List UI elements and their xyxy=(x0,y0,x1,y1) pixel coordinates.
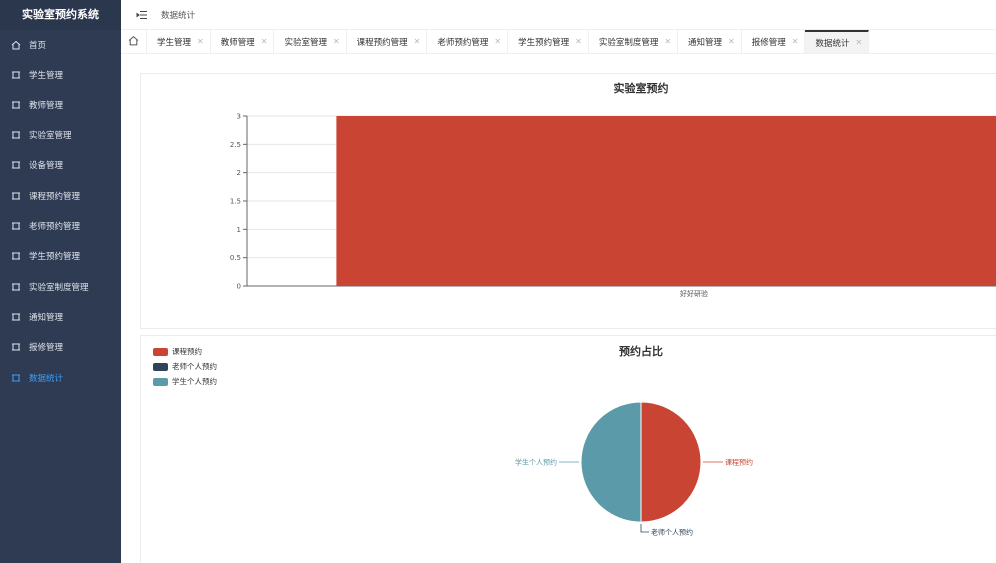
tab-statistics[interactable]: 数据统计 ✕ xyxy=(805,30,870,53)
tab-teacher-booking[interactable]: 老师预约管理 ✕ xyxy=(427,30,509,53)
pie-label: 课程预约 xyxy=(725,458,753,467)
sidebar-item-repairs[interactable]: 报修管理 xyxy=(0,335,121,359)
close-icon[interactable]: ✕ xyxy=(575,37,582,46)
sidebar: 实验室预约系统 首页 学生管理 教师管理 实验室管理 设备管理 课程预约管理 老… xyxy=(0,0,121,563)
tab-label: 实验室制度管理 xyxy=(598,37,659,48)
y-tick-label: 3 xyxy=(237,113,241,121)
tab-repairs[interactable]: 报修管理 ✕ xyxy=(742,30,806,53)
pie-slice xyxy=(580,401,642,523)
sidebar-item-statistics[interactable]: 数据统计 xyxy=(0,366,121,390)
pie-label: 老师个人预约 xyxy=(651,528,693,537)
sidebar-item-label: 老师预约管理 xyxy=(29,222,81,232)
sidebar-item-course-booking[interactable]: 课程预约管理 xyxy=(0,184,121,208)
pie-chart: 课程预约老师个人预约 学生个人预约 xyxy=(515,401,753,537)
sidebar-item-teacher-booking[interactable]: 老师预约管理 xyxy=(0,214,121,238)
close-icon[interactable]: ✕ xyxy=(664,37,671,46)
tab-students[interactable]: 学生管理 ✕ xyxy=(147,30,211,53)
sidebar-item-label: 设备管理 xyxy=(29,161,64,171)
close-icon[interactable]: ✕ xyxy=(333,37,340,46)
menu-icon xyxy=(11,282,21,292)
close-icon[interactable]: ✕ xyxy=(792,37,799,46)
tab-label: 报修管理 xyxy=(751,37,786,48)
tab-label: 通知管理 xyxy=(688,37,723,48)
bar-chart-panel: 实验室预约 0 0.5 1 1.5 2 2.5 3 好好研验 xyxy=(140,73,996,329)
sidebar-item-label: 学生预约管理 xyxy=(29,252,81,262)
pie-slice xyxy=(640,401,702,523)
sidebar-item-students[interactable]: 学生管理 xyxy=(0,63,121,87)
bar-chart: 0 0.5 1 1.5 2 2.5 3 好好研验 xyxy=(230,113,996,298)
app-title: 实验室预约系统 xyxy=(0,0,121,30)
close-icon[interactable]: ✕ xyxy=(261,37,268,46)
y-tick-label: 2 xyxy=(237,169,241,177)
pie-label: 学生个人预约 xyxy=(515,458,557,467)
menu-icon xyxy=(11,342,21,352)
tab-bar: 学生管理 ✕ 教师管理 ✕ 实验室管理 ✕ 课程预约管理 ✕ 老师预约管理 ✕ 学生预约管… xyxy=(121,30,996,54)
sidebar-item-teachers[interactable]: 教师管理 xyxy=(0,93,121,117)
tab-label: 老师预约管理 xyxy=(437,37,489,48)
tab-label: 实验室管理 xyxy=(284,37,327,48)
menu-icon xyxy=(11,312,21,322)
menu-icon xyxy=(11,373,21,383)
tab-label: 课程预约管理 xyxy=(356,37,408,48)
menu-icon xyxy=(11,191,21,201)
sidebar-item-labs[interactable]: 实验室管理 xyxy=(0,123,121,147)
breadcrumb: 数据统计 xyxy=(161,10,196,21)
sidebar-item-label: 报修管理 xyxy=(29,343,64,353)
menu-icon xyxy=(11,100,21,110)
sidebar-item-label: 首页 xyxy=(29,41,47,51)
menu-fold-icon[interactable] xyxy=(135,8,149,22)
sidebar-item-label: 通知管理 xyxy=(29,313,64,323)
x-tick-label: 好好研验 xyxy=(680,289,708,298)
sidebar-item-label: 课程预约管理 xyxy=(29,192,81,202)
sidebar-item-student-booking[interactable]: 学生预约管理 xyxy=(0,244,121,268)
tab-course-booking[interactable]: 课程预约管理 ✕ xyxy=(347,30,428,53)
menu-icon xyxy=(11,130,21,140)
tab-notices[interactable]: 通知管理 ✕ xyxy=(678,30,742,53)
sidebar-item-lab-rules[interactable]: 实验室制度管理 xyxy=(0,275,121,299)
pie-label-line xyxy=(640,524,649,533)
y-tick-label: 0 xyxy=(237,283,241,291)
pie-chart-panel: 课程预约 老师个人预约 学生个人预约 预约占比 课程预约 老师个人预约 学生个人预约 xyxy=(140,335,996,563)
bar xyxy=(336,116,996,286)
tab-label: 教师管理 xyxy=(220,37,255,48)
sidebar-item-devices[interactable]: 设备管理 xyxy=(0,153,121,177)
y-tick-label: 0.5 xyxy=(230,254,241,262)
sidebar-item-label: 教师管理 xyxy=(29,101,64,111)
menu-icon xyxy=(11,251,21,261)
close-icon[interactable]: ✕ xyxy=(728,37,735,46)
tab-lab-rules[interactable]: 实验室制度管理 ✕ xyxy=(589,30,679,53)
home-icon xyxy=(128,35,139,49)
menu-icon xyxy=(11,221,21,231)
tab-labs[interactable]: 实验室管理 ✕ xyxy=(274,30,347,53)
home-icon xyxy=(11,40,21,50)
menu-icon xyxy=(11,160,21,170)
y-tick-label: 2.5 xyxy=(230,141,241,149)
sidebar-item-label: 实验室管理 xyxy=(29,131,72,141)
tab-label: 学生管理 xyxy=(157,37,192,48)
tab-student-booking[interactable]: 学生预约管理 ✕ xyxy=(508,30,589,53)
sidebar-item-label: 学生管理 xyxy=(29,71,64,81)
tab-label: 学生预约管理 xyxy=(518,37,570,48)
tab-home[interactable] xyxy=(121,30,147,53)
close-icon[interactable]: ✕ xyxy=(494,37,501,46)
y-tick-label: 1 xyxy=(237,226,241,234)
main-content: 实验室预约 0 0.5 1 1.5 2 2.5 3 好好研验 课程预约 老师个人预约 学生个人… xyxy=(121,55,996,563)
y-tick-label: 1.5 xyxy=(230,198,241,206)
sidebar-item-home[interactable]: 首页 xyxy=(0,33,121,57)
close-icon[interactable]: ✕ xyxy=(197,37,204,46)
close-icon[interactable]: ✕ xyxy=(414,37,421,46)
tab-teachers[interactable]: 教师管理 ✕ xyxy=(211,30,275,53)
menu-icon xyxy=(11,70,21,80)
tab-label: 数据统计 xyxy=(815,38,850,49)
sidebar-item-label: 数据统计 xyxy=(29,374,64,384)
close-icon[interactable]: ✕ xyxy=(855,38,862,47)
top-header: 数据统计 xyxy=(121,0,996,30)
sidebar-item-notices[interactable]: 通知管理 xyxy=(0,305,121,329)
sidebar-item-label: 实验室制度管理 xyxy=(29,283,89,293)
